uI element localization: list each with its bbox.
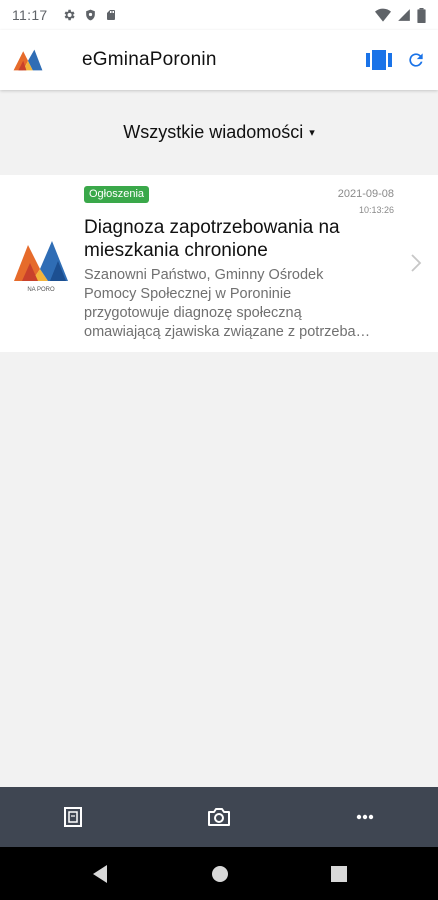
documents-button[interactable] <box>0 787 146 847</box>
excerpt-line: omawiającą zjawiska związane z potrzeba… <box>84 324 371 340</box>
excerpt-line: Szanowni Państwo, Gminny Ośrodek <box>84 267 324 283</box>
message-title: Diagnoza zapotrzebowania na mieszkania c… <box>84 217 340 261</box>
back-icon[interactable] <box>91 864 109 884</box>
app-bar: eGminaPoronin <box>0 30 438 90</box>
card-view-icon[interactable] <box>366 50 392 70</box>
battery-icon <box>417 7 426 23</box>
app-title: eGminaPoronin <box>82 49 217 70</box>
chevron-right-icon <box>411 254 422 272</box>
status-time: 11:17 <box>12 7 48 23</box>
more-button[interactable] <box>292 787 438 847</box>
bottom-toolbar <box>0 787 438 847</box>
camera-button[interactable] <box>146 787 292 847</box>
status-bar: 11:17 <box>0 0 438 30</box>
avatar-caption: NA PORO <box>27 287 55 293</box>
document-icon <box>64 807 82 827</box>
sd-card-icon <box>106 10 115 20</box>
excerpt-line: Pomocy Społecznej w Poroninie <box>84 286 292 302</box>
message-date: 2021-09-08 <box>337 188 394 200</box>
excerpt-line: przygotowuje diagnozę społeczną <box>84 305 302 321</box>
message-time: 10:13:26 <box>358 205 394 215</box>
shield-icon <box>85 9 95 21</box>
more-icon <box>356 814 374 820</box>
recents-icon[interactable] <box>331 865 347 882</box>
signal-icon <box>398 9 410 21</box>
message-excerpt: Szanowni Państwo, Gminny Ośrodek Pomocy … <box>84 266 394 342</box>
gear-icon <box>64 9 75 21</box>
chevron-down-icon: ▾ <box>309 127 315 139</box>
category-badge: Ogłoszenia <box>84 186 150 203</box>
gmina-logo[interactable] <box>12 48 44 72</box>
home-icon[interactable] <box>211 865 229 883</box>
filter-label: Wszystkie wiadomości <box>123 122 304 142</box>
message-filter-dropdown[interactable]: Wszystkie wiadomości ▾ <box>0 90 438 175</box>
message-list-item[interactable]: NA PORO Ogłoszenia 2021-09-08 10:13:26 D… <box>0 175 438 352</box>
wifi-icon <box>375 8 391 22</box>
message-avatar: NA PORO <box>14 241 68 293</box>
system-nav-bar <box>0 847 438 900</box>
refresh-icon[interactable] <box>406 50 426 70</box>
camera-icon <box>208 808 230 826</box>
